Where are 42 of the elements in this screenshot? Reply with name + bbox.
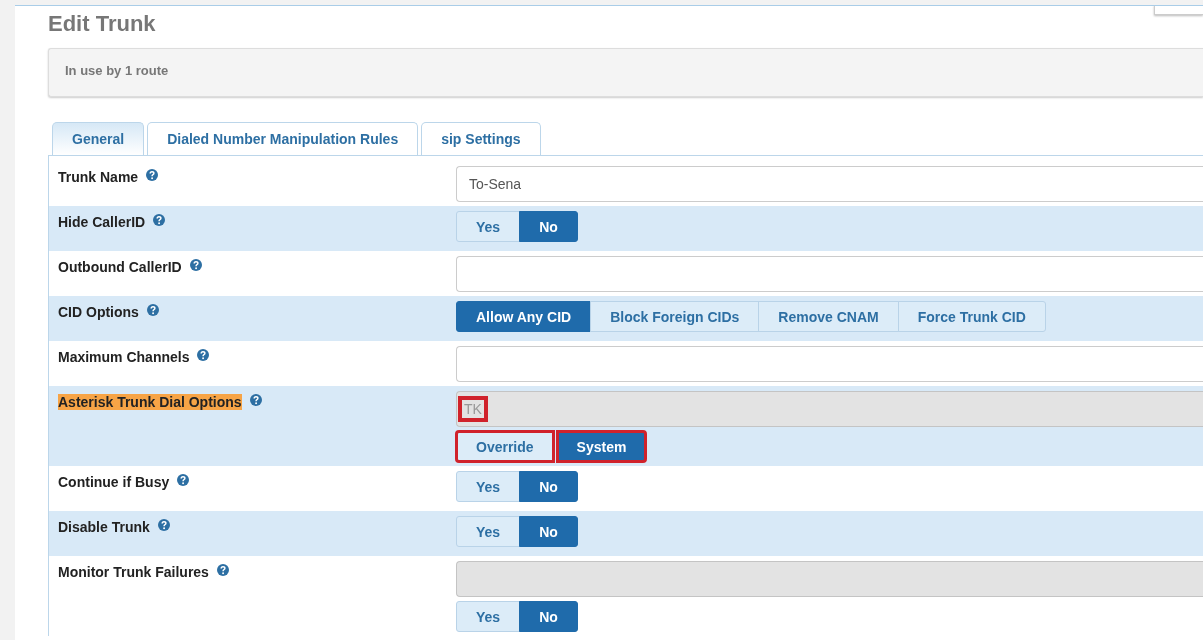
tab[interactable]: General [52,122,145,155]
toggle-option[interactable]: Allow Any CID [456,301,592,332]
toggle-option[interactable]: Yes [456,471,521,502]
toggle-option[interactable]: Yes [456,601,521,632]
input-field[interactable] [456,256,1203,292]
field-value: TK [460,398,486,420]
toggle-option[interactable]: No [519,601,578,632]
toggle-option[interactable]: Remove CNAM [758,301,899,332]
toggle-option[interactable]: Override [456,431,554,462]
usage-text: In use by 1 route [65,63,169,78]
field-label: CID Options [58,304,139,320]
field-label: Outbound CallerID [58,259,182,275]
toggle-option[interactable]: System [556,431,647,462]
field-label: Maximum Channels [58,349,190,365]
readonly-field[interactable] [456,561,1203,597]
help-icon[interactable] [189,259,202,271]
field-label: Asterisk Trunk Dial Options [58,394,242,410]
field-label: Continue if Busy [58,474,170,490]
help-icon[interactable] [197,349,210,361]
tab[interactable]: sip Settings [421,122,541,155]
toggle-option[interactable]: Force Trunk CID [897,301,1046,332]
field-label: Monitor Trunk Failures [58,564,209,580]
tab[interactable]: Dialed Number Manipulation Rules [147,122,419,155]
help-icon[interactable] [216,564,229,576]
field-label: Hide CallerID [58,214,146,230]
help-icon[interactable] [146,304,159,316]
help-icon[interactable] [177,474,190,486]
help-icon[interactable] [249,394,262,406]
help-icon[interactable] [146,169,159,181]
input-field[interactable] [456,346,1203,382]
help-icon[interactable] [153,214,166,226]
toggle-option[interactable]: Yes [456,211,521,242]
field-label: Disable Trunk [58,519,150,535]
field-label: Trunk Name [58,169,139,185]
toggle-option[interactable]: No [519,471,578,502]
toggle-option[interactable]: No [519,211,578,242]
input-field[interactable]: To-Sena [456,166,1203,202]
page-title: Edit Trunk [48,10,156,37]
toggle-option[interactable]: Yes [456,516,521,547]
toggle-option[interactable]: No [519,516,578,547]
help-icon[interactable] [157,519,170,531]
toggle-option[interactable]: Block Foreign CIDs [590,301,760,332]
